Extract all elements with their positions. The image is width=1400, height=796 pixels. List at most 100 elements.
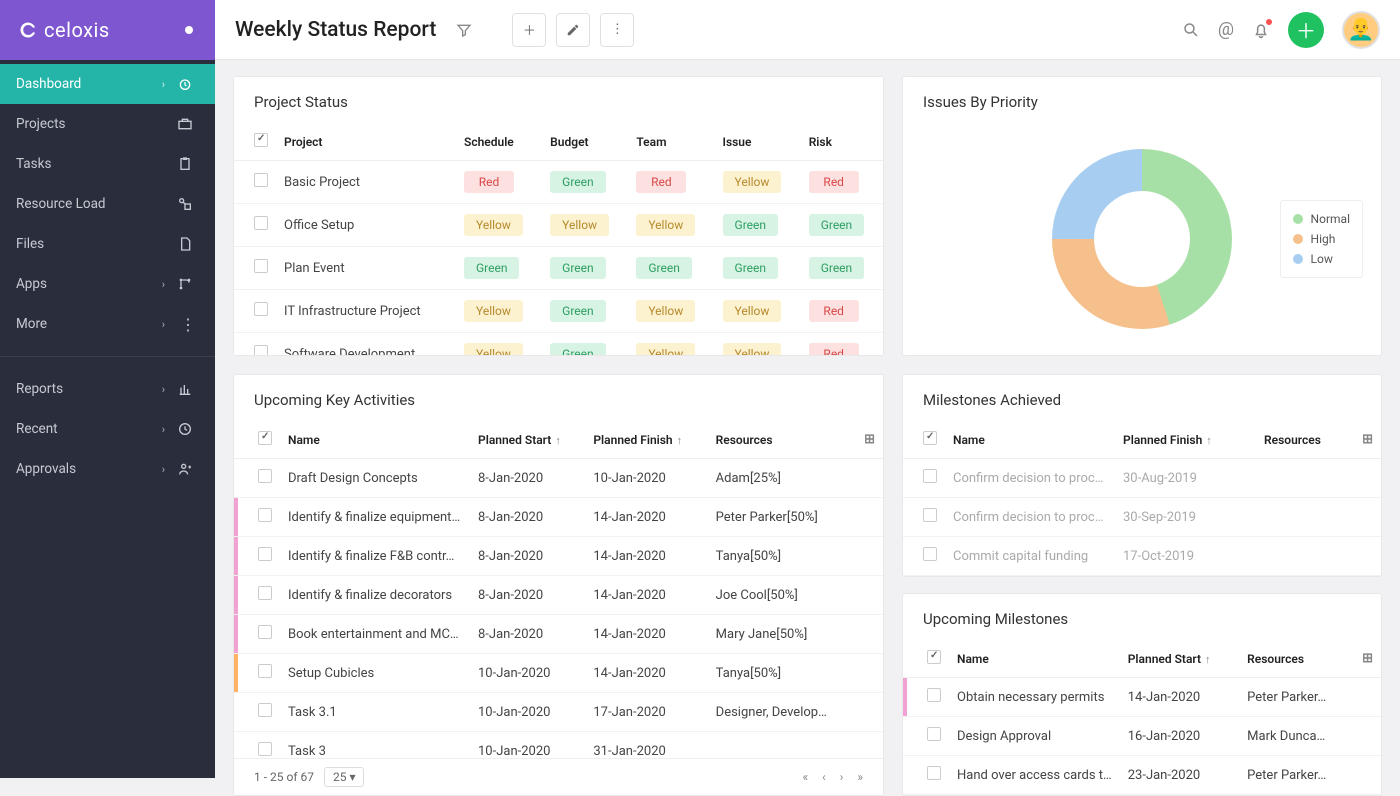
notifications-icon[interactable] xyxy=(1252,21,1270,39)
row-checkbox[interactable] xyxy=(258,508,272,522)
select-all-checkbox[interactable] xyxy=(258,431,272,445)
row-checkbox[interactable] xyxy=(258,703,272,717)
row-checkbox[interactable] xyxy=(258,664,272,678)
sidebar-item-dashboard[interactable]: Dashboard› xyxy=(0,64,215,104)
clock-icon xyxy=(177,421,199,437)
row-checkbox[interactable] xyxy=(923,508,937,522)
col-resources[interactable]: Resources xyxy=(1239,640,1354,678)
more-button[interactable]: ⋮ xyxy=(600,13,634,47)
table-row[interactable]: Book entertainment and MC…8-Jan-202014-J… xyxy=(234,615,883,654)
row-checkbox[interactable] xyxy=(254,173,268,187)
table-row[interactable]: Commit capital funding17-Oct-2019 xyxy=(903,537,1381,576)
col-budget[interactable]: Budget xyxy=(542,123,628,161)
col-risk[interactable]: Risk xyxy=(801,123,883,161)
row-checkbox[interactable] xyxy=(258,625,272,639)
cell-finish: 14-Jan-2020 xyxy=(585,576,707,615)
row-checkbox[interactable] xyxy=(927,727,941,741)
table-row[interactable]: Office SetupYellowYellowYellowGreenGreen xyxy=(234,204,883,247)
col-planned-start[interactable]: Planned Start↑ xyxy=(1120,640,1239,678)
sidebar-item-approvals[interactable]: Approvals› xyxy=(0,449,215,489)
col-resources[interactable]: Resources xyxy=(708,421,856,459)
col-name[interactable]: Name xyxy=(949,640,1120,678)
table-row[interactable]: IT Infrastructure ProjectYellowGreenYell… xyxy=(234,290,883,333)
page-last[interactable]: » xyxy=(857,770,863,784)
table-row[interactable]: Hand over access cards t…23-Jan-2020Pete… xyxy=(903,756,1381,795)
table-row[interactable]: Design Approval16-Jan-2020Mark Dunca… xyxy=(903,717,1381,756)
sidebar-item-recent[interactable]: Recent› xyxy=(0,409,215,449)
edit-button[interactable] xyxy=(556,13,590,47)
chevron-right-icon: › xyxy=(162,383,165,396)
sidebar-item-apps[interactable]: Apps› xyxy=(0,264,215,304)
search-icon[interactable] xyxy=(1182,21,1200,39)
row-checkbox[interactable] xyxy=(254,302,268,316)
table-row[interactable]: Obtain necessary permits14-Jan-2020Peter… xyxy=(903,678,1381,717)
add-button[interactable]: ＋ xyxy=(512,13,546,47)
table-row[interactable]: Plan EventGreenGreenGreenGreenGreen xyxy=(234,247,883,290)
sidebar-item-projects[interactable]: Projects xyxy=(0,104,215,144)
brand-status-dot xyxy=(185,26,193,34)
sidebar-item-resource-load[interactable]: Resource Load xyxy=(0,184,215,224)
filter-icon[interactable] xyxy=(456,22,472,38)
user-avatar[interactable]: 👨‍🦲 xyxy=(1342,11,1380,49)
sidebar-item-files[interactable]: Files xyxy=(0,224,215,264)
sidebar-item-tasks[interactable]: Tasks xyxy=(0,144,215,184)
table-row[interactable]: Basic ProjectRedGreenRedYellowRed xyxy=(234,161,883,204)
row-checkbox[interactable] xyxy=(254,345,268,355)
table-row[interactable]: Identify & finalize F&B contr…8-Jan-2020… xyxy=(234,537,883,576)
table-row[interactable]: Identify & finalize equipment…8-Jan-2020… xyxy=(234,498,883,537)
row-checkbox[interactable] xyxy=(258,469,272,483)
col-issue[interactable]: Issue xyxy=(715,123,801,161)
select-all-checkbox[interactable] xyxy=(927,650,941,664)
row-checkbox[interactable] xyxy=(258,547,272,561)
col-schedule[interactable]: Schedule xyxy=(456,123,542,161)
row-checkbox[interactable] xyxy=(254,259,268,273)
legend-item[interactable]: Low xyxy=(1293,249,1350,269)
legend-item[interactable]: High xyxy=(1293,229,1350,249)
col-name[interactable]: Name xyxy=(945,421,1115,459)
row-checkbox[interactable] xyxy=(258,742,272,756)
row-checkbox[interactable] xyxy=(927,688,941,702)
table-row[interactable]: Task 310-Jan-202031-Jan-2020 xyxy=(234,732,883,759)
cell-finish: 30-Aug-2019 xyxy=(1115,459,1256,498)
page-next[interactable]: › xyxy=(840,770,844,784)
sidebar-item-reports[interactable]: Reports› xyxy=(0,369,215,409)
col-resources[interactable]: Resources xyxy=(1256,421,1354,459)
table-row[interactable]: Confirm decision to proc…30-Sep-2019 xyxy=(903,498,1381,537)
select-all-checkbox[interactable] xyxy=(923,431,937,445)
legend-item[interactable]: Normal xyxy=(1293,209,1350,229)
sidebar-item-label: Tasks xyxy=(16,156,51,172)
pagination: 1 - 25 of 67 25 ▾ « ‹ › » xyxy=(234,758,883,795)
table-row[interactable]: Task 3.110-Jan-202017-Jan-2020Designer, … xyxy=(234,693,883,732)
global-add-button[interactable]: ＋ xyxy=(1288,12,1324,48)
page-size-select[interactable]: 25 ▾ xyxy=(324,767,365,787)
cell-name: Confirm decision to proc… xyxy=(945,459,1115,498)
row-checkbox[interactable] xyxy=(254,216,268,230)
col-planned-finish[interactable]: Planned Finish↑ xyxy=(1115,421,1256,459)
table-row[interactable]: Draft Design Concepts8-Jan-202010-Jan-20… xyxy=(234,459,883,498)
row-checkbox[interactable] xyxy=(258,586,272,600)
row-checkbox[interactable] xyxy=(923,469,937,483)
donut-chart[interactable] xyxy=(1052,149,1232,329)
sidebar-item-more[interactable]: More›⋮ xyxy=(0,304,215,344)
columns-picker-icon[interactable]: ⊞ xyxy=(864,432,875,447)
table-row[interactable]: Software DevelopmentYellowGreenYellowYel… xyxy=(234,333,883,356)
col-planned-finish[interactable]: Planned Finish↑ xyxy=(585,421,707,459)
columns-picker-icon[interactable]: ⊞ xyxy=(1362,651,1373,666)
mentions-icon[interactable]: @ xyxy=(1218,19,1234,40)
columns-picker-icon[interactable]: ⊞ xyxy=(1362,432,1373,447)
table-row[interactable]: Confirm decision to proc…30-Aug-2019 xyxy=(903,459,1381,498)
table-row[interactable]: Setup Cubicles10-Jan-202014-Jan-2020Tany… xyxy=(234,654,883,693)
table-row[interactable]: Identify & finalize decorators8-Jan-2020… xyxy=(234,576,883,615)
page-prev[interactable]: ‹ xyxy=(822,770,826,784)
page-first[interactable]: « xyxy=(803,770,809,784)
col-planned-start[interactable]: Planned Start↑ xyxy=(470,421,585,459)
col-team[interactable]: Team xyxy=(628,123,714,161)
panel-upcoming-activities: Upcoming Key Activities Name Planned Sta… xyxy=(233,374,884,796)
brand-block[interactable]: celoxis xyxy=(0,0,215,60)
col-name[interactable]: Name xyxy=(280,421,470,459)
status-badge: Yellow xyxy=(636,300,695,322)
sidebar-item-label: Recent xyxy=(16,421,58,437)
row-checkbox[interactable] xyxy=(923,547,937,561)
col-project[interactable]: Project xyxy=(276,123,456,161)
select-all-checkbox[interactable] xyxy=(254,133,268,147)
